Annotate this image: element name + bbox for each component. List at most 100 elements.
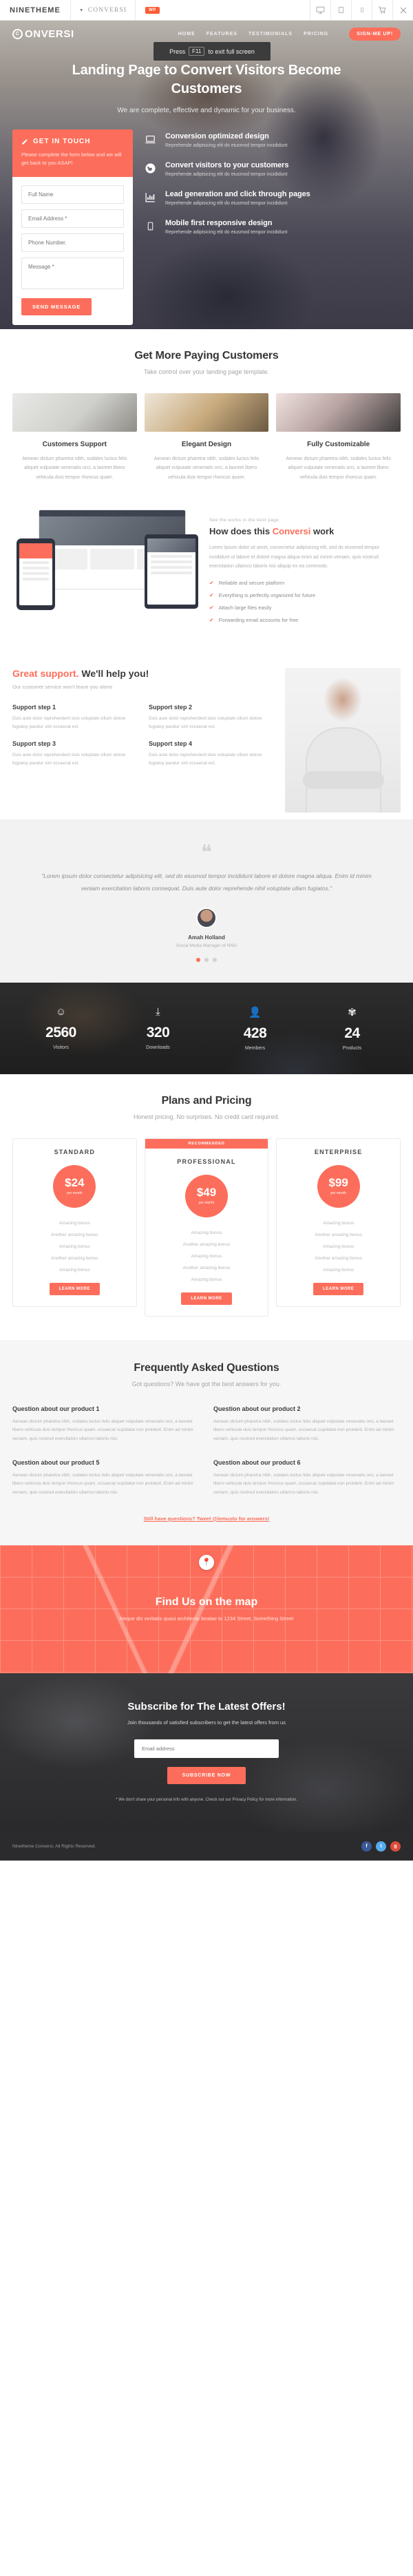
hero-title: Landing Page to Convert Visitors Become … <box>72 63 341 96</box>
support-section: Great support. We'll help you! Our custo… <box>0 650 413 819</box>
support-lead: Our customer service won't leave you alo… <box>12 683 113 690</box>
pricing-plan-professional: RECOMMENDED PROFESSIONAL $49 per month A… <box>144 1138 269 1317</box>
how-check-item: ✔ Everything is perfectly organized for f… <box>209 592 401 598</box>
hero-section: Press F11 to exit full screen C ONVERSI … <box>0 21 413 329</box>
faq-answer: Aenean dictum pharetra nibh, sodales luc… <box>213 1472 394 1495</box>
users-icon: 👤 <box>248 1006 262 1018</box>
support-step-desc: Duis aute dolor reprehenderit duis volup… <box>12 752 126 766</box>
plan-learn-more-button[interactable]: Learn more <box>49 1282 100 1295</box>
counter-item: ☺ 2560 Visitors <box>12 1006 109 1051</box>
testimonial-author-role: Social Media Manager of NNG <box>176 943 237 948</box>
mobile-icon <box>142 219 158 235</box>
nav-item-features[interactable]: FEATURES <box>206 32 237 36</box>
message-textarea[interactable] <box>21 258 124 289</box>
plan-period: per month <box>330 1191 346 1195</box>
testimonial-dot-3[interactable] <box>213 957 217 962</box>
quote-icon: ❝ <box>200 841 213 864</box>
mobile-icon[interactable] <box>351 0 372 21</box>
site-logo[interactable]: C ONVERSI <box>12 28 74 40</box>
contact-form-body: SEND MESSAGE <box>12 177 133 325</box>
plan-feature: Amazing bonus <box>191 1277 222 1282</box>
support-step: Support step 2 Duis aute dolor reprehend… <box>149 704 275 732</box>
phone-input[interactable] <box>21 233 124 252</box>
signup-button[interactable]: SIGN-ME UP! <box>349 28 401 41</box>
theme-selector[interactable]: ▼ CONVERSI <box>71 0 136 21</box>
close-icon[interactable] <box>392 0 413 21</box>
nav-item-home[interactable]: HOME <box>178 32 195 36</box>
plan-feature: Amazing bonus <box>59 1244 90 1249</box>
map-pin-icon[interactable]: 📍 <box>199 1554 214 1570</box>
support-step: Support step 3 Duis aute dolor reprehend… <box>12 740 139 768</box>
subscribe-email-input[interactable] <box>134 1739 279 1758</box>
logo-mark-icon: C <box>12 29 23 39</box>
twitter-icon[interactable]: t <box>376 1841 386 1852</box>
full-name-input[interactable] <box>21 185 124 204</box>
plan-feature: Another amazing bonus <box>182 1265 231 1270</box>
how-title-before: How does this <box>209 525 273 536</box>
hero-body: GET IN TOUCH Please complete the form be… <box>0 114 413 325</box>
download-icon: ⤓ <box>156 1005 160 1018</box>
customer-card: Customers Support Aenean dictum pharetra… <box>12 393 137 482</box>
how-it-works-text: See the works in the best page How does … <box>209 507 401 629</box>
subscribe-now-button[interactable]: SUBSCRIBE NOW <box>167 1766 246 1784</box>
faq-section: Frequently Asked Questions Got questions… <box>0 1339 413 1545</box>
facebook-icon[interactable]: f <box>361 1841 372 1852</box>
faq-answer: Aenean dictum pharetra nibh, sodales luc… <box>12 1418 193 1441</box>
wordpress-badge: WP <box>145 6 160 14</box>
plan-amount: $49 <box>196 1186 217 1199</box>
customers-section-subtitle: Take control over your landing page temp… <box>143 368 270 375</box>
customer-card-desc: Aenean dictum pharetra nibh, sodales luc… <box>22 457 127 480</box>
testimonial-pagination <box>41 957 372 962</box>
google-plus-icon[interactable]: g <box>390 1841 401 1852</box>
plan-price-badge: $49 per month <box>185 1174 228 1217</box>
how-check-item: ✔ Reliable and secure platform <box>209 580 401 586</box>
tablet-icon[interactable] <box>330 0 351 21</box>
how-check-label: Reliable and secure platform <box>218 579 285 586</box>
how-it-works-section: See the works in the best page How does … <box>0 502 413 650</box>
map-subtitle: Neque dis veritatis quasi architecto bea… <box>119 1615 294 1622</box>
fullscreen-toast-before: Press <box>169 48 186 55</box>
plan-name: PROFESSIONAL <box>177 1158 236 1165</box>
customer-card-title: Fully Customizable <box>307 441 370 448</box>
counter-label: Members <box>244 1045 266 1051</box>
plan-learn-more-button[interactable]: Learn more <box>313 1282 364 1295</box>
nav-item-testimonials[interactable]: TESTIMONIALS <box>248 32 293 36</box>
counter-item: ⤓ 320 Downloads <box>109 1006 206 1051</box>
counter-label: Downloads <box>146 1045 170 1050</box>
email-input[interactable] <box>21 209 124 228</box>
how-check-list: ✔ Reliable and secure platform ✔ Everythin… <box>209 580 401 623</box>
ninetheme-brand[interactable]: NINETHEME <box>0 0 71 21</box>
plan-period: per month <box>67 1191 83 1195</box>
support-step-desc: Duis aute dolor reprehenderit duis volup… <box>149 752 262 766</box>
send-message-button[interactable]: SEND MESSAGE <box>21 298 92 315</box>
faq-cta-link[interactable]: Still have questions? Tweet @lemusto for… <box>12 1516 401 1522</box>
plan-feature: Amazing bonus <box>59 1267 90 1273</box>
nav-item-pricing[interactable]: PRICING <box>304 32 328 36</box>
contact-form-card: GET IN TOUCH Please complete the form be… <box>12 129 133 325</box>
testimonial-quote: "Lorem ipsum dolor consectetur adipisici… <box>41 872 372 892</box>
hero-feature-desc: Reprehende adipisicing elit do eiusmod t… <box>165 143 288 148</box>
pricing-plan-standard: STANDARD $24 per month Amazing bonus Ano… <box>12 1138 137 1307</box>
theme-selector-label: CONVERSI <box>87 6 127 14</box>
customer-card-desc: Aenean dictum pharetra nibh, sodales luc… <box>153 457 260 480</box>
hero-feature-desc: Reprehende adipisicing elit do eiusmod t… <box>165 201 288 206</box>
support-step-title: Support step 4 <box>149 740 193 747</box>
counter-label: Visitors <box>53 1045 69 1050</box>
cart-icon[interactable] <box>372 0 392 21</box>
plan-learn-more-button[interactable]: Learn more <box>181 1292 232 1305</box>
testimonial-dot-1[interactable] <box>196 957 200 962</box>
hero-subtitle: We are complete, effective and dynamic f… <box>117 107 296 114</box>
site-logo-text: ONVERSI <box>25 28 74 40</box>
desktop-icon[interactable] <box>310 0 330 21</box>
plan-feature: Amazing bonus <box>191 1253 222 1259</box>
counter-value: 24 <box>344 1025 360 1041</box>
site-navigation: C ONVERSI HOME FEATURES TESTIMONIALS PRI… <box>0 21 413 43</box>
customer-card-title: Customers Support <box>42 441 107 448</box>
footer: Ninetheme Conversi. All Rights Reserved.… <box>0 1832 413 1861</box>
how-check-item: ✔ Forwarding email accounts for free <box>209 617 401 623</box>
faq-answer: Aenean dictum pharetra nibh, sodales luc… <box>213 1418 394 1441</box>
plan-name: ENTERPRISE <box>314 1148 363 1155</box>
map-section[interactable]: 📍 Find Us on the map Neque dis veritatis… <box>0 1544 413 1673</box>
contact-form-title: GET IN TOUCH <box>33 138 91 145</box>
testimonial-dot-2[interactable] <box>204 957 209 962</box>
